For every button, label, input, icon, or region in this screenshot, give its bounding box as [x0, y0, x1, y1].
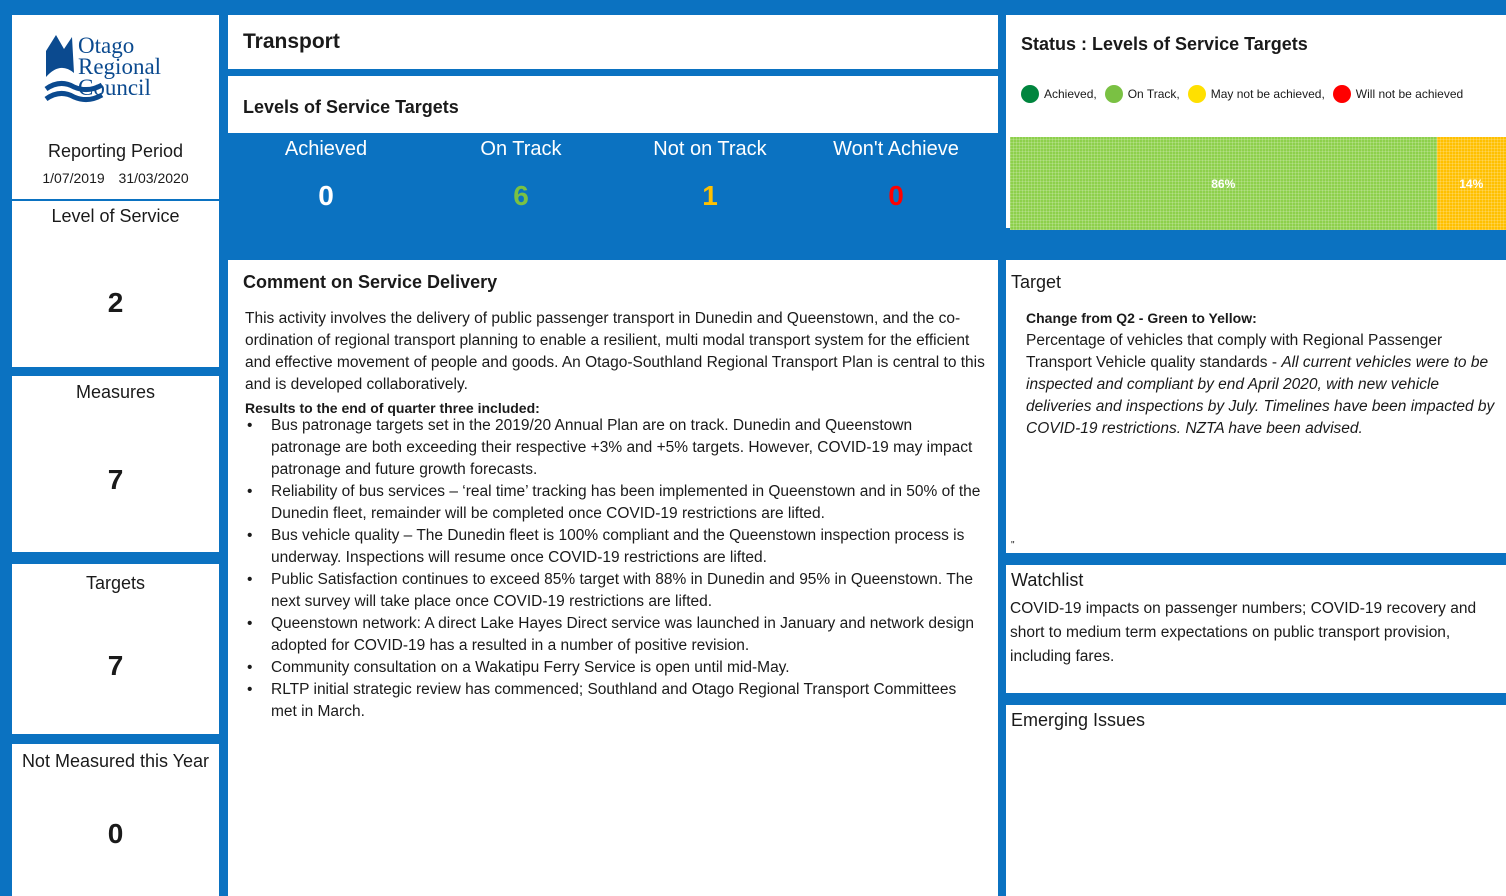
list-item: • Public Satisfaction continues to exceed… — [247, 571, 973, 610]
tile-value: 6 — [513, 180, 529, 211]
target-mark: " — [1011, 540, 1015, 551]
emerging-issues-panel: Emerging Issues — [1006, 705, 1506, 896]
tile-wont-achieve: Won't Achieve 0 — [807, 134, 985, 228]
reporting-period-label: Reporting Period — [47, 141, 184, 161]
stat-label: Measures — [75, 382, 156, 402]
targets-panel: Targets 7 — [12, 564, 219, 734]
logo-panel: Otago Regional Council Reporting Period … — [12, 15, 219, 199]
stat-label: Targets — [85, 573, 146, 593]
logo-text: Otago Regional Council — [78, 33, 162, 100]
status-bar: 86% 14% — [1010, 137, 1506, 230]
legend-will-not: Will not be achieved — [1329, 85, 1463, 103]
comment-title: Comment on Service Delivery — [243, 272, 498, 292]
target-body: Percentage of vehicles that comply with … — [1026, 332, 1495, 437]
list-item: • Community consultation on a Wakatipu Fe… — [247, 659, 790, 676]
list-item: • Queenstown network: A direct Lake Hayes… — [247, 615, 975, 654]
emerging-issues-heading: Emerging Issues — [1011, 710, 1146, 730]
tile-not-on-track: Not on Track 1 — [621, 134, 799, 228]
list-item: • RLTP initial strategic review has comme… — [247, 681, 957, 720]
measures-panel: Measures 7 — [12, 376, 219, 552]
stat-label: Level of Service — [51, 206, 180, 226]
stat-label: Not Measured this Year — [21, 751, 210, 771]
tile-label: Not on Track — [653, 138, 767, 160]
tile-label: On Track — [480, 138, 562, 160]
tile-achieved: Achieved 0 — [237, 134, 415, 228]
results-list: • Bus patronage targets set in the 2019/2… — [245, 415, 985, 723]
status-legend: Achieved, On Track, May not be achieved,… — [1017, 85, 1467, 103]
los-targets-panel: Levels of Service Targets — [228, 76, 998, 133]
tile-value: 0 — [888, 180, 904, 211]
tile-on-track: On Track 6 — [432, 134, 610, 228]
stat-value: 7 — [107, 464, 124, 495]
list-item: • Bus vehicle quality – The Dunedin fleet… — [247, 527, 965, 566]
stat-value: 7 — [107, 650, 124, 681]
status-bar-may-not: 14% — [1436, 137, 1506, 230]
level-of-service-panel: Level of Service 2 — [12, 201, 219, 367]
legend-on-track: On Track, — [1101, 85, 1180, 103]
stat-value: 2 — [107, 287, 124, 318]
tile-label: Achieved — [284, 138, 368, 160]
page-title: Transport — [243, 30, 340, 53]
list-item: • Reliability of bus services – ‘real tim… — [247, 483, 981, 522]
red-dot-icon — [1332, 85, 1351, 103]
not-measured-panel: Not Measured this Year 0 — [12, 744, 219, 896]
legend-achieved: Achieved, — [1017, 85, 1097, 103]
target-panel: Target Change from Q2 - Green to Yellow:… — [1006, 260, 1506, 553]
tile-label: Won't Achieve — [833, 138, 959, 160]
legend-may-not: May not be achieved, — [1184, 85, 1325, 103]
list-item: • Bus patronage targets set in the 2019/2… — [247, 417, 973, 478]
target-subheading: Change from Q2 - Green to Yellow: — [1026, 310, 1257, 326]
yellow-dot-icon — [1187, 85, 1206, 103]
comment-paragraph: This activity involves the delivery of p… — [245, 310, 985, 393]
status-panel: Status : Levels of Service Targets Achie… — [1006, 15, 1506, 230]
status-title: Status : Levels of Service Targets — [1021, 34, 1308, 54]
tile-value: 0 — [318, 180, 334, 211]
status-bar-on-track: 86% — [1010, 137, 1437, 230]
los-targets-title: Levels of Service Targets — [243, 97, 459, 117]
light-green-dot-icon — [1104, 85, 1123, 103]
comment-panel: Comment on Service Delivery This activit… — [228, 260, 998, 896]
activity-title-panel: Transport — [228, 15, 998, 69]
reporting-end: 31/03/2020 — [118, 170, 189, 186]
watchlist-panel: Watchlist COVID-19 impacts on passenger … — [1006, 565, 1506, 693]
stat-value: 0 — [107, 818, 124, 849]
results-heading: Results to the end of quarter three incl… — [245, 400, 540, 416]
green-dot-icon — [1021, 85, 1039, 103]
reporting-start: 1/07/2019 — [42, 170, 105, 186]
watchlist-body: COVID-19 impacts on passenger numbers; C… — [1010, 600, 1477, 665]
reporting-period-dates: 1/07/2019 31/03/2020 — [12, 170, 219, 186]
watchlist-heading: Watchlist — [1011, 570, 1084, 590]
tile-value: 1 — [702, 180, 718, 211]
target-heading: Target — [1011, 272, 1062, 292]
